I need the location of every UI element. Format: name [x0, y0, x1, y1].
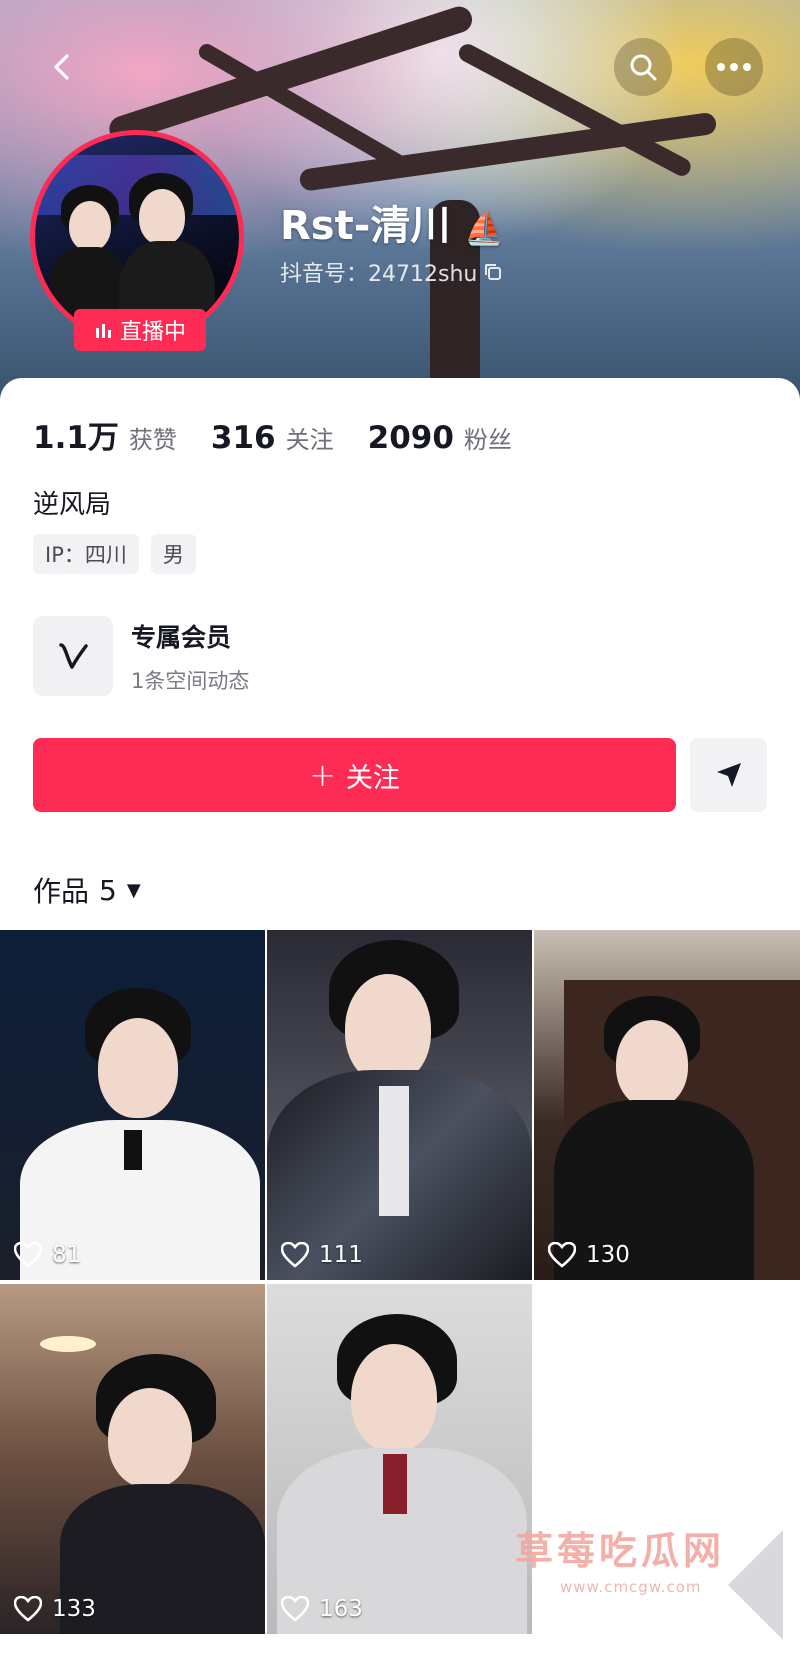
- video-likes: 133: [14, 1596, 96, 1622]
- watermark-url: www.cmcgw.com: [560, 1578, 702, 1596]
- video-thumbnail[interactable]: 163: [267, 1284, 532, 1634]
- video-likes: 163: [281, 1596, 363, 1622]
- stat-followers-label: 粉丝: [463, 426, 512, 454]
- avatar-person-face: [69, 201, 111, 251]
- search-button[interactable]: [614, 38, 672, 96]
- follow-button[interactable]: + 关注: [33, 738, 676, 812]
- video-likes-count: 81: [52, 1242, 82, 1268]
- chevron-left-icon: [54, 54, 69, 80]
- stat-likes[interactable]: 1.1万 获赞: [33, 412, 177, 457]
- video-thumbnail[interactable]: 133: [0, 1284, 265, 1634]
- tag-gender: 男: [150, 534, 196, 574]
- stat-following-value: 316: [210, 420, 276, 456]
- video-thumbnail[interactable]: 111: [267, 930, 532, 1280]
- more-button[interactable]: [705, 38, 763, 96]
- tag-ip: IP：四川: [33, 534, 139, 574]
- stats-row: 1.1万 获赞 316 关注 2090 粉丝: [33, 412, 546, 457]
- plus-icon: +: [309, 756, 336, 794]
- thumb-person-face: [98, 1018, 178, 1118]
- heart-icon: [281, 1242, 309, 1268]
- video-likes-count: 111: [319, 1242, 363, 1268]
- video-thumbnail[interactable]: 81: [0, 930, 265, 1280]
- bio: 逆风局: [33, 490, 112, 520]
- stat-followers-value: 2090: [367, 420, 454, 456]
- video-likes: 81: [14, 1242, 81, 1268]
- douyin-id-text: 抖音号：24712shu: [280, 262, 478, 287]
- thumb-person-face: [108, 1388, 192, 1488]
- profile-name: Rst-清川 ⛵: [280, 193, 504, 251]
- live-badge[interactable]: 直播中: [74, 309, 206, 351]
- watermark-arrow: [728, 1530, 783, 1640]
- thumb-shirt: [379, 1086, 409, 1216]
- thumb-person-face: [345, 974, 431, 1084]
- back-button[interactable]: [33, 38, 91, 96]
- works-label: 作品: [33, 875, 90, 908]
- works-count: 5: [99, 873, 117, 907]
- heart-icon: [14, 1242, 42, 1268]
- thumb-ceiling-light: [40, 1336, 96, 1352]
- tags-row: IP：四川 男: [33, 534, 196, 574]
- profile-name-text: Rst-清川: [280, 203, 451, 249]
- video-likes-count: 130: [586, 1242, 630, 1268]
- tree-branch: [105, 3, 476, 146]
- live-badge-label: 直播中: [119, 320, 186, 345]
- copy-icon[interactable]: [483, 262, 503, 282]
- member-title[interactable]: 专属会员: [131, 618, 231, 654]
- thumb-tie: [124, 1130, 142, 1170]
- tab-works[interactable]: 作品 5 ▼: [33, 870, 141, 910]
- stat-followers[interactable]: 2090 粉丝: [368, 420, 512, 456]
- live-bars-icon: [95, 324, 111, 338]
- profile-banner: 直播中 Rst-清川 ⛵ 抖音号：24712shu: [0, 0, 800, 400]
- send-arrow-icon: [716, 763, 741, 787]
- thumb-shirt: [383, 1454, 407, 1514]
- stat-likes-value: 1.1万: [33, 420, 119, 456]
- member-v-icon: [59, 643, 88, 669]
- heart-icon: [281, 1596, 309, 1622]
- video-likes: 111: [281, 1242, 363, 1268]
- search-icon: [630, 54, 657, 81]
- stat-following-label: 关注: [285, 426, 334, 454]
- stat-following[interactable]: 316 关注: [211, 420, 334, 456]
- thumb-person-face: [616, 1020, 688, 1108]
- video-thumbnail[interactable]: 130: [534, 930, 800, 1280]
- watermark-logo: 草莓吃瓜网: [515, 1529, 726, 1573]
- more-dots-icon: [717, 63, 751, 71]
- stat-likes-label: 获赞: [128, 426, 177, 454]
- douyin-id[interactable]: 抖音号：24712shu: [280, 256, 503, 288]
- video-likes: 130: [548, 1242, 630, 1268]
- message-button[interactable]: [690, 738, 767, 812]
- thumb-person-face: [351, 1344, 437, 1452]
- member-subtitle: 1条空间动态: [131, 669, 250, 693]
- follow-label: 关注: [345, 762, 400, 794]
- member-button[interactable]: [33, 616, 113, 696]
- avatar-person-face: [139, 189, 185, 245]
- sailboat-emoji: ⛵: [464, 209, 505, 247]
- caret-down-icon: ▼: [126, 879, 141, 901]
- video-likes-count: 163: [319, 1596, 363, 1622]
- video-likes-count: 133: [52, 1596, 96, 1622]
- heart-icon: [548, 1242, 576, 1268]
- heart-icon: [14, 1596, 42, 1622]
